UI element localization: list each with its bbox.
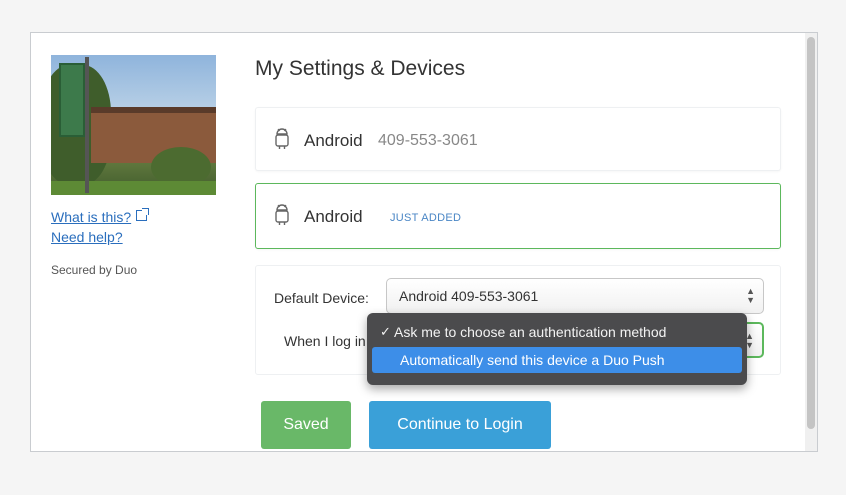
device-name: Android [304, 207, 363, 226]
scrollbar-thumb[interactable] [807, 37, 815, 429]
secured-by-duo: Secured by Duo [51, 263, 138, 277]
need-help-link[interactable]: Need help? [51, 227, 221, 247]
saved-button[interactable]: Saved [261, 401, 351, 449]
page-title: My Settings & Devices [255, 57, 466, 80]
campus-photo [51, 55, 216, 195]
default-device-label: Default Device: [274, 290, 369, 306]
default-device-select[interactable]: Android 409-553-3061 ▲ ▼ [386, 278, 764, 314]
checkmark-icon: ✓ [380, 324, 391, 339]
scrollbar[interactable] [805, 33, 817, 451]
device-card-new[interactable]: Android JUST ADDED [255, 183, 781, 249]
select-arrows-icon: ▲ ▼ [746, 286, 755, 305]
dropdown-option-ask[interactable]: ✓ Ask me to choose an authentication met… [372, 319, 742, 345]
sidebar: What is this? Need help? Secured by Duo [51, 55, 221, 277]
device-phone: 409-553-3061 [378, 132, 478, 149]
what-is-this-link[interactable]: What is this? [51, 207, 221, 227]
android-icon [275, 204, 289, 225]
continue-to-login-button[interactable]: Continue to Login [369, 401, 551, 449]
external-link-icon [136, 208, 150, 221]
device-name: Android [304, 131, 363, 150]
login-action-dropdown: ✓ Ask me to choose an authentication met… [367, 313, 747, 385]
android-icon [275, 128, 289, 149]
device-card[interactable]: Android 409-553-3061 [255, 107, 781, 171]
just-added-badge: JUST ADDED [390, 212, 462, 224]
duo-frame: What is this? Need help? Secured by Duo … [30, 32, 818, 452]
dropdown-option-auto-push[interactable]: Automatically send this device a Duo Pus… [372, 347, 742, 373]
when-login-label: When I log in [284, 333, 366, 349]
